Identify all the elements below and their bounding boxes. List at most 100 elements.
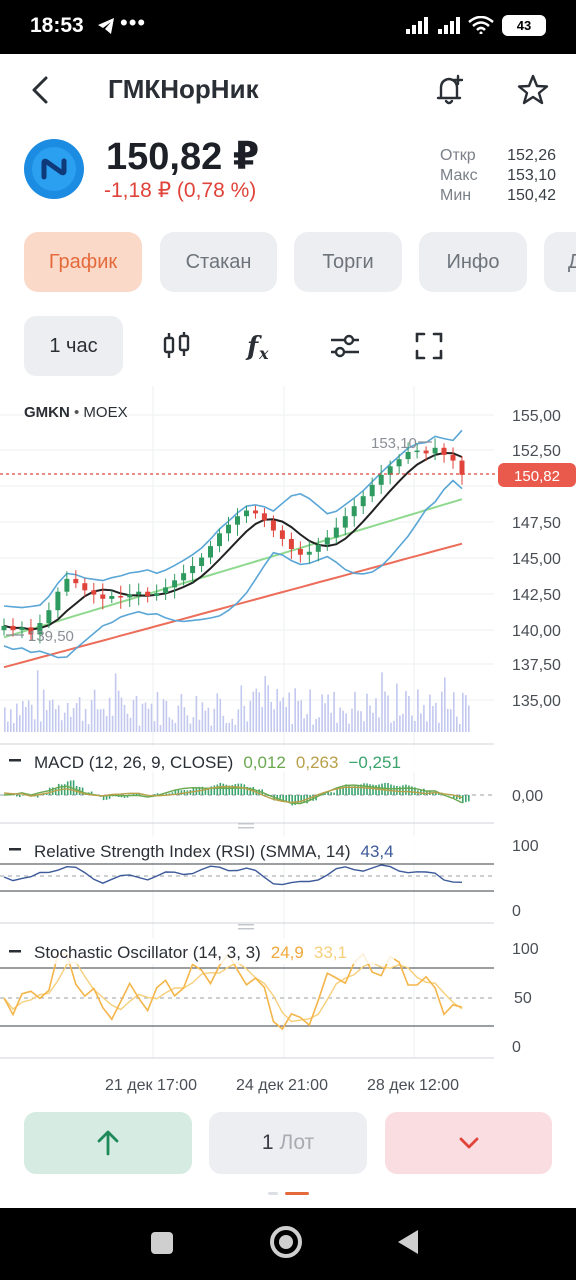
candle-body (297, 549, 303, 555)
indicators-fx-icon[interactable]: fx (242, 328, 278, 364)
price-chart[interactable]: 150,82 153,10 139,50 GMKN • MOEX 155,00 … (0, 386, 576, 1106)
volume-bar (399, 715, 401, 732)
candle-body (91, 590, 97, 595)
chart-svg[interactable]: 150,82 153,10 139,50 GMKN • MOEX 155,00 … (0, 386, 576, 1106)
volume-bar (171, 719, 174, 732)
interval-selector[interactable]: 1 час (24, 316, 123, 376)
lot-quantity-field[interactable]: 1 Лот (209, 1112, 367, 1174)
tab-more[interactable]: Д (544, 232, 576, 292)
sell-button[interactable] (385, 1112, 552, 1174)
candle-body (432, 447, 438, 454)
volume-bar (225, 723, 228, 732)
volume-bar (114, 673, 117, 732)
trade-actions: 1 Лот (0, 1112, 576, 1174)
volume-bar (60, 720, 63, 732)
macd-bar (297, 795, 299, 804)
macd-bar (390, 784, 392, 795)
collapse-macd-icon[interactable] (9, 759, 21, 762)
time-label: 24 дек 21:00 (236, 1077, 328, 1094)
buy-button[interactable] (24, 1112, 192, 1174)
volume-bar (45, 710, 48, 732)
candle-body (235, 516, 240, 525)
candle-body (109, 596, 115, 599)
volume-bar (84, 708, 87, 732)
volume-bar (402, 713, 404, 732)
volume-bar (381, 672, 383, 732)
volume-bar (270, 701, 272, 732)
volume-bar (192, 717, 195, 732)
back-arrow-icon[interactable] (26, 72, 56, 108)
volume-bar (384, 691, 386, 732)
candle-body (315, 544, 321, 552)
volume-bar (294, 688, 296, 732)
candlestick-type-icon[interactable] (159, 328, 195, 364)
volume-bar (369, 705, 371, 732)
volume-bar (75, 703, 78, 732)
volume-bar (357, 710, 359, 732)
volume-bar (219, 698, 222, 732)
collapse-stoch-icon[interactable] (9, 950, 21, 953)
volume-bar (159, 725, 162, 732)
volume-bar (303, 718, 305, 732)
volume-bar (48, 700, 51, 732)
candle-body (405, 452, 411, 460)
macd-bar (303, 795, 305, 803)
volume-bar (222, 715, 225, 732)
volume-bar (429, 694, 431, 732)
wifi-icon (468, 16, 494, 34)
macd-bar (216, 784, 219, 795)
candle-body (55, 591, 61, 611)
macd-bar (237, 783, 240, 795)
macd-bar (465, 795, 467, 803)
volume-bar (249, 700, 252, 732)
macd-bar (243, 784, 246, 795)
back-button[interactable] (398, 1230, 418, 1254)
page-indicator-dot (268, 1192, 278, 1195)
volume-bar (66, 703, 69, 732)
candle-body (208, 546, 213, 558)
low-label: Мин (440, 187, 472, 204)
volume-bar (336, 722, 338, 732)
tab-orderbook[interactable]: Стакан (160, 232, 277, 292)
tab-info[interactable]: Инфо (419, 232, 527, 292)
high-value: 153,10 (507, 167, 556, 184)
volume-bar (339, 707, 341, 732)
time-label: 28 дек 12:00 (367, 1077, 459, 1094)
volume-bar (69, 716, 72, 732)
tab-trades[interactable]: Торги (294, 232, 402, 292)
candle-body (217, 533, 222, 547)
recent-apps-button[interactable] (151, 1232, 173, 1254)
candle-body (73, 578, 79, 584)
candle-body (136, 591, 142, 595)
quote-summary: 150,82 ₽ -1,18 ₽ (0,78 %) Откр 152,26 Мак… (0, 130, 576, 220)
fullscreen-icon[interactable] (411, 328, 447, 364)
volume-bar (237, 709, 240, 732)
company-logo (24, 139, 84, 199)
volume-bar (375, 698, 377, 732)
volume-bar (372, 712, 374, 732)
volume-bar (39, 721, 42, 732)
volume-bar (42, 689, 45, 732)
rsi-axis-top: 100 (512, 838, 539, 855)
tab-chart[interactable]: График (24, 232, 142, 292)
volume-bar (450, 709, 452, 732)
volume-bar (459, 724, 461, 732)
volume-bar (267, 685, 269, 732)
volume-bar (297, 701, 299, 732)
volume-bar (63, 712, 66, 732)
price-label: 152,50 (512, 443, 561, 460)
home-button[interactable] (270, 1226, 302, 1258)
volume-bar (351, 708, 353, 732)
favorite-star-icon[interactable] (515, 72, 551, 108)
volume-bar (156, 691, 159, 732)
volume-bar (13, 723, 15, 732)
macd-bar (279, 795, 281, 799)
add-alert-bell-icon[interactable] (432, 72, 468, 108)
volume-bar (204, 710, 207, 732)
volume-bar (291, 724, 293, 732)
collapse-rsi-icon[interactable] (9, 848, 21, 851)
volume-bar (318, 717, 320, 732)
volume-bar (312, 724, 314, 732)
settings-sliders-icon[interactable] (327, 328, 363, 364)
volume-bar (432, 706, 434, 732)
